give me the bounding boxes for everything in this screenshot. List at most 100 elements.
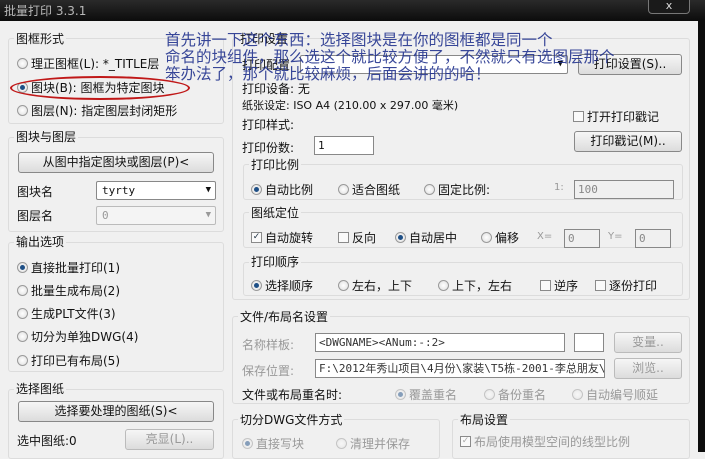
browse-button[interactable]: 浏览.. bbox=[614, 358, 682, 379]
radio-icon bbox=[395, 232, 406, 243]
option-label: 自动编号顺延 bbox=[586, 388, 659, 402]
option-label: 覆盖重名 bbox=[409, 388, 458, 402]
position-title: 图纸定位 bbox=[249, 204, 302, 221]
x-label: X= bbox=[537, 231, 553, 242]
option-label: 打印已有布局(5) bbox=[31, 354, 120, 368]
template-input[interactable]: <DWGNAME><ANum:-:2> bbox=[315, 333, 565, 352]
reverse-checkbox[interactable]: 反向 bbox=[338, 229, 376, 246]
checkbox-icon bbox=[595, 280, 606, 291]
option-label: 适合图纸 bbox=[352, 183, 401, 197]
rename-overwrite[interactable]: 覆盖重名 bbox=[395, 386, 457, 403]
option-label: 逐份打印 bbox=[609, 279, 658, 293]
stamp-button[interactable]: 打印戳记(M).. bbox=[574, 131, 682, 152]
radio-icon bbox=[481, 232, 492, 243]
option-label: 备份重名 bbox=[498, 388, 547, 402]
radio-icon bbox=[338, 280, 349, 291]
x-input[interactable]: 0 bbox=[564, 229, 600, 248]
save-path-input[interactable]: F:\2012年秀山项目\4月份\家装\T5栋-2001-李总朋友\ bbox=[315, 359, 605, 378]
frame-option-title[interactable]: 理正图框(L): *_TITLE层 bbox=[17, 55, 159, 72]
scale-fixed[interactable]: 固定比例: bbox=[424, 181, 490, 198]
output-option-4[interactable]: 切分为单独DWG(4) bbox=[17, 328, 138, 345]
copies-input[interactable]: 1 bbox=[314, 136, 374, 155]
layer-name-value: 0 bbox=[102, 209, 109, 222]
radio-icon bbox=[17, 308, 28, 319]
order-lr-tb[interactable]: 左右，上下 bbox=[338, 277, 412, 294]
block-name-value: tyrty bbox=[102, 184, 136, 197]
y-input[interactable]: 0 bbox=[635, 229, 671, 248]
template-label: 名称样板: bbox=[242, 338, 295, 352]
output-option-2[interactable]: 批量生成布局(2) bbox=[17, 282, 120, 299]
ratio-input[interactable]: 100 bbox=[574, 180, 674, 199]
option-label: 自动旋转 bbox=[265, 231, 314, 245]
y-label: Y= bbox=[608, 231, 623, 242]
option-label: 左右，上下 bbox=[352, 279, 413, 293]
checkmark-icon: ✓ bbox=[460, 436, 471, 447]
radio-icon bbox=[438, 280, 449, 291]
option-label: 逆序 bbox=[554, 279, 579, 293]
window-edge bbox=[698, 21, 705, 452]
chevron-down-icon: ▼ bbox=[205, 210, 211, 220]
option-label: 直接批量打印(1) bbox=[31, 261, 120, 275]
annotation-ellipse bbox=[10, 76, 190, 100]
radio-icon bbox=[338, 184, 349, 195]
split-purge[interactable]: 清理并保存 bbox=[336, 435, 410, 452]
checkbox-icon bbox=[540, 280, 551, 291]
output-option-5[interactable]: 打印已有布局(5) bbox=[17, 352, 120, 369]
radio-icon bbox=[17, 58, 28, 69]
collate-checkbox[interactable]: 逐份打印 bbox=[595, 277, 657, 294]
output-title: 输出选项 bbox=[14, 233, 67, 250]
close-button[interactable]: x bbox=[648, 0, 690, 14]
order-tb-lr[interactable]: 上下，左右 bbox=[438, 277, 512, 294]
order-selection[interactable]: 选择顺序 bbox=[251, 277, 313, 294]
radio-icon bbox=[242, 438, 253, 449]
select-sheets-button[interactable]: 选择要处理的图纸(S)< bbox=[18, 401, 214, 422]
output-option-3[interactable]: 生成PLT文件(3) bbox=[17, 305, 116, 322]
output-option-1[interactable]: 直接批量打印(1) bbox=[17, 259, 120, 276]
stamp-checkbox[interactable]: 打开打印戳记 bbox=[573, 108, 659, 125]
option-label: 布局使用模型空间的线型比例 bbox=[474, 435, 631, 449]
option-label: 自动居中 bbox=[409, 231, 458, 245]
radio-icon bbox=[424, 184, 435, 195]
radio-icon bbox=[251, 280, 262, 291]
checkbox-icon bbox=[338, 232, 349, 243]
layout-linetype-checkbox[interactable]: ✓ 布局使用模型空间的线型比例 bbox=[460, 433, 630, 450]
split-direct[interactable]: 直接写块 bbox=[242, 435, 304, 452]
layer-name-select[interactable]: 0 ▼ bbox=[96, 206, 216, 225]
pick-block-layer-button[interactable]: 从图中指定图块或图层(P)< bbox=[18, 152, 214, 173]
radio-icon bbox=[17, 105, 28, 116]
paper-setting: 纸张设定: ISO A4 (210.00 x 297.00 毫米) bbox=[242, 99, 459, 112]
option-label: 清理并保存 bbox=[350, 437, 411, 451]
variables-button[interactable]: 变量.. bbox=[614, 332, 682, 353]
auto-rotate-checkbox[interactable]: ✓ 自动旋转 bbox=[251, 229, 313, 246]
position-offset[interactable]: 偏移 bbox=[481, 229, 519, 246]
print-style-label: 打印样式: bbox=[242, 118, 295, 132]
radio-icon bbox=[336, 438, 347, 449]
scale-fit[interactable]: 适合图纸 bbox=[338, 181, 400, 198]
block-layer-title: 图块与图层 bbox=[14, 128, 79, 145]
option-label: 生成PLT文件(3) bbox=[31, 307, 116, 321]
annotation-line: 命名的块组件，那么选这个就比较方便了，不然就只有选图层那个 bbox=[165, 48, 615, 66]
radio-icon bbox=[572, 389, 583, 400]
rename-label: 文件或布局重名时: bbox=[242, 388, 343, 402]
highlight-button[interactable]: 亮显(L).. bbox=[125, 429, 214, 450]
layer-name-label: 图层名 bbox=[17, 209, 54, 223]
layout-title: 布局设置 bbox=[458, 411, 511, 428]
template-extra-input[interactable] bbox=[574, 333, 604, 352]
reverse-order-checkbox[interactable]: 逆序 bbox=[540, 277, 578, 294]
radio-icon bbox=[17, 262, 28, 273]
option-label: 上下，左右 bbox=[452, 279, 513, 293]
scale-auto[interactable]: 自动比例 bbox=[251, 181, 313, 198]
title-bar bbox=[0, 0, 705, 21]
option-label: 自动比例 bbox=[265, 183, 314, 197]
checkbox-icon bbox=[573, 111, 584, 122]
position-center[interactable]: 自动居中 bbox=[395, 229, 457, 246]
frame-option-layer[interactable]: 图层(N): 指定图层封闭矩形 bbox=[17, 102, 177, 119]
window-title: 批量打印 3.3.1 bbox=[4, 4, 87, 18]
chevron-down-icon: ▼ bbox=[205, 185, 211, 195]
radio-icon bbox=[17, 355, 28, 366]
rename-backup[interactable]: 备份重名 bbox=[484, 386, 546, 403]
annotation-line: 首先讲一下这个东西：选择图块是在你的图框都是同一个 bbox=[165, 31, 553, 49]
block-name-select[interactable]: tyrty ▼ bbox=[96, 181, 216, 200]
rename-autonumber[interactable]: 自动编号顺延 bbox=[572, 386, 658, 403]
checkmark-icon: ✓ bbox=[251, 232, 262, 243]
